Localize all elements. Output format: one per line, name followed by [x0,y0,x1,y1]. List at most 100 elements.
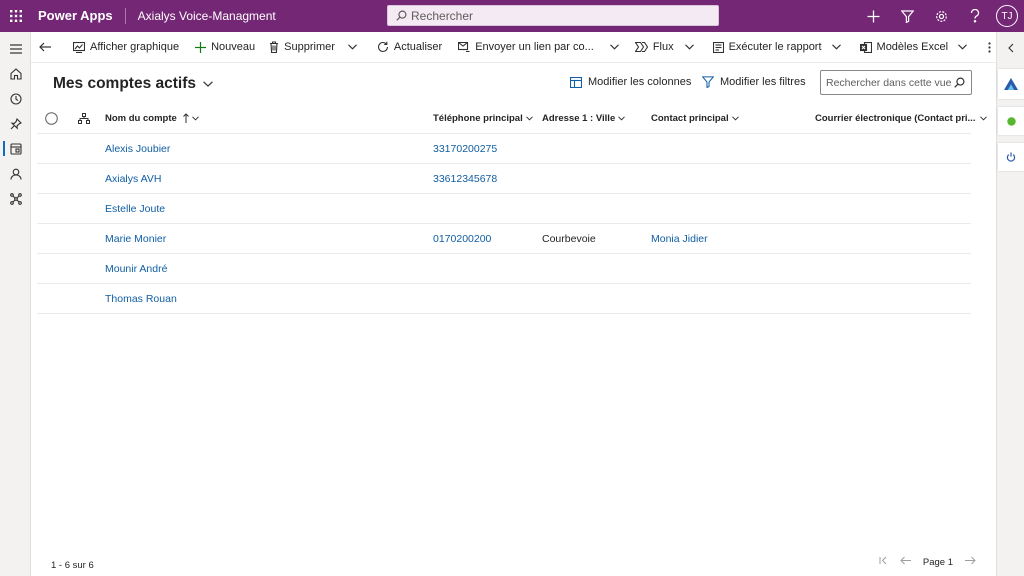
table-row[interactable]: Estelle Joute [37,194,971,224]
refresh-label: Actualiser [393,41,443,53]
home-icon[interactable] [0,61,31,86]
table-row[interactable]: Alexis Joubier 33170200275 [37,134,971,164]
chevron-left-icon [1008,43,1014,52]
account-name-link[interactable]: Marie Monier [105,233,166,245]
sort-ascending-icon [182,113,189,123]
global-search-input[interactable]: Rechercher [387,5,719,26]
chevron-down-icon [831,44,841,50]
flow-button[interactable]: Flux [625,32,701,63]
table-row[interactable]: Marie Monier 0170200200 Courbevoie Monia… [37,224,971,254]
search-icon [396,10,407,21]
axialys-app-button[interactable] [998,69,1024,99]
column-header-contact[interactable]: Contact principal [651,113,739,124]
plus-icon [195,41,207,53]
view-search-input[interactable]: Rechercher dans cette vue [820,70,972,95]
hierarchy-icon[interactable] [75,112,90,124]
table-row[interactable]: Axialys AVH 33612345678 [37,164,971,194]
chevron-down-icon [191,115,199,121]
help-icon[interactable] [958,0,992,32]
more-vertical-icon [988,41,991,53]
avatar[interactable]: TJ [996,5,1018,27]
contact-link[interactable]: Monia Jidier [651,233,708,245]
filter-icon [702,76,714,88]
page-title: Mes comptes actifs [53,75,196,92]
right-rail [996,32,1024,576]
gear-icon[interactable] [924,0,958,32]
back-button[interactable] [31,32,66,63]
contacts-icon[interactable] [0,161,31,186]
connections-icon[interactable] [0,186,31,211]
refresh-button[interactable]: Actualiser [363,32,449,63]
delete-button[interactable]: Supprimer [262,32,342,63]
edit-columns-label: Modifier les colonnes [588,76,692,88]
email-link-label: Envoyer un lien par co... [475,41,594,53]
column-contact-label: Contact principal [651,112,729,124]
menu-icon[interactable] [0,36,31,61]
select-all-checkbox[interactable] [42,111,58,125]
more-delete-dropdown[interactable] [342,32,363,63]
account-name-link[interactable]: Thomas Rouan [105,293,177,305]
account-name-link[interactable]: Mounir André [105,263,167,275]
excel-icon [859,41,872,53]
column-header-email[interactable]: Courrier électronique (Contact pri... [815,113,988,124]
report-icon [712,41,724,53]
app-launcher-icon[interactable] [0,0,32,32]
user-initials: TJ [1001,10,1013,22]
email-link-icon [458,42,470,52]
view-search-placeholder: Rechercher dans cette vue [826,76,952,89]
show-chart-button[interactable]: Afficher graphique [66,32,186,63]
column-header-phone[interactable]: Téléphone principal [433,113,533,124]
accounts-grid: Nom du compte Téléphone principal Adress… [37,103,988,314]
first-page-icon[interactable] [879,556,888,568]
trash-icon [270,41,279,53]
chevron-down-icon [203,81,213,87]
table-row[interactable]: Mounir André [37,254,971,284]
run-report-button[interactable]: Exécuter le rapport [701,32,848,63]
account-name-link[interactable]: Axialys AVH [105,173,161,185]
columns-icon [570,76,582,88]
top-bar: Power Apps Axialys Voice-Managment Reche… [0,0,1024,32]
table-row[interactable]: Thomas Rouan [37,284,971,314]
search-placeholder: Rechercher [411,8,474,23]
column-header-city[interactable]: Adresse 1 : Ville [542,112,626,124]
run-report-label: Exécuter le rapport [728,41,822,53]
environment-name[interactable]: Axialys Voice-Managment [126,9,276,23]
presence-status-button[interactable] [998,107,1024,135]
pager: Page 1 [873,556,982,568]
excel-templates-button[interactable]: Modèles Excel [848,32,975,63]
account-name-link[interactable]: Estelle Joute [105,203,165,215]
collapse-panel-button[interactable] [997,32,1024,63]
chevron-down-icon [609,44,619,50]
power-button[interactable] [998,143,1024,171]
more-email-dropdown[interactable] [601,32,625,63]
pin-icon[interactable] [0,111,31,136]
view-selector[interactable]: Mes comptes actifs [53,75,213,93]
phone-link[interactable]: 33170200275 [433,143,497,155]
phone-link[interactable]: 0170200200 [433,233,491,245]
column-header-name[interactable]: Nom du compte [105,113,199,124]
plus-icon[interactable] [856,0,890,32]
email-link-button[interactable]: Envoyer un lien par co... [449,32,601,63]
accounts-icon[interactable] [0,136,31,161]
delete-label: Supprimer [284,41,335,53]
previous-page-icon[interactable] [900,556,911,568]
chevron-down-icon [525,115,533,121]
edit-columns-button[interactable]: Modifier les colonnes [570,76,691,88]
record-count: 1 - 6 sur 6 [51,560,94,571]
chevron-down-icon [731,115,739,121]
main-content: Mes comptes actifs Modifier les colonnes… [31,63,996,576]
city-cell: Courbevoie [542,232,596,245]
app-name[interactable]: Power Apps [32,8,126,24]
edit-filters-label: Modifier les filtres [720,76,806,88]
next-page-icon[interactable] [965,556,976,568]
chevron-down-icon [684,44,694,50]
show-chart-label: Afficher graphique [90,41,180,53]
filter-icon[interactable] [890,0,924,32]
phone-link[interactable]: 33612345678 [433,173,497,185]
column-city-label: Adresse 1 : Ville [542,112,616,124]
column-phone-label: Téléphone principal [433,112,523,124]
account-name-link[interactable]: Alexis Joubier [105,143,170,155]
edit-filters-button[interactable]: Modifier les filtres [702,76,806,88]
recent-icon[interactable] [0,86,31,111]
new-button[interactable]: Nouveau [186,32,262,63]
